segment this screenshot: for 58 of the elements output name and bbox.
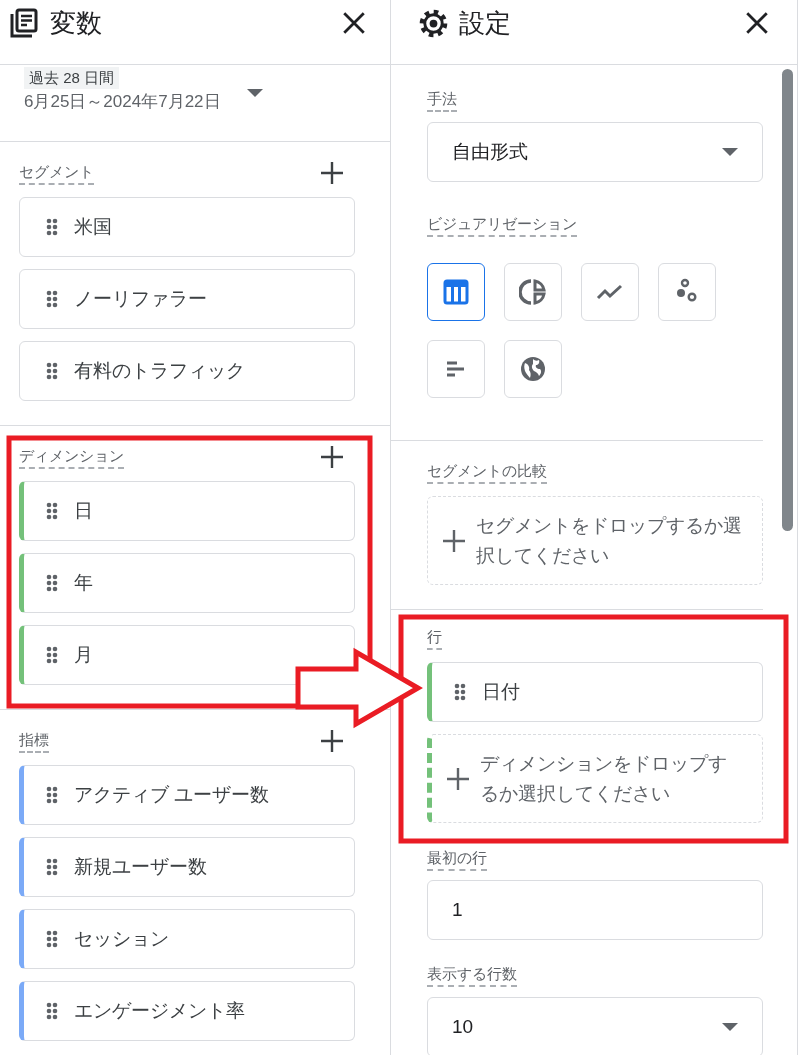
segment-chip[interactable]: 米国 xyxy=(19,197,355,257)
dropdown-caret-icon xyxy=(722,148,738,156)
date-preset-label: 過去 28 日間 xyxy=(24,67,120,89)
field-label: セグメントの比較 xyxy=(427,460,547,484)
field-label: ビジュアリゼーション xyxy=(427,213,577,237)
scrollbar[interactable] xyxy=(782,69,793,531)
field-label: 最初の行 xyxy=(427,847,487,871)
settings-icon xyxy=(418,8,449,39)
panel-title: 設定 xyxy=(459,7,511,40)
metric-chip[interactable]: アクティブ ユーザー数 xyxy=(19,765,355,825)
close-icon[interactable] xyxy=(341,10,367,36)
drag-handle-icon xyxy=(46,930,58,948)
drag-handle-icon xyxy=(46,786,58,804)
add-icon[interactable] xyxy=(442,528,466,553)
add-icon[interactable] xyxy=(320,729,344,753)
visualization-button[interactable] xyxy=(427,263,485,321)
dimension-drop-zone[interactable]: ディメンションをドロップするか選択してください xyxy=(427,734,763,823)
section-label: ディメンション xyxy=(19,445,124,469)
dimension-chip[interactable]: 日 xyxy=(19,481,355,541)
drag-handle-icon xyxy=(46,502,58,520)
section-label: 指標 xyxy=(19,729,49,753)
field-label: 行 xyxy=(427,626,442,650)
drag-handle-icon xyxy=(46,218,58,236)
drag-handle-icon xyxy=(46,858,58,876)
field-label: 表示する行数 xyxy=(427,963,517,987)
list-pages-icon xyxy=(10,8,38,38)
technique-select[interactable]: 自由形式 xyxy=(427,122,763,182)
dimension-chip[interactable]: 日付 xyxy=(427,662,763,722)
table-icon xyxy=(442,278,470,306)
panel-title: 変数 xyxy=(50,7,102,40)
dropdown-caret-icon xyxy=(722,1023,738,1031)
donut-chart-icon xyxy=(519,278,547,306)
drag-handle-icon xyxy=(46,362,58,380)
metric-chip[interactable]: 新規ユーザー数 xyxy=(19,837,355,897)
segment-drop-zone[interactable]: セグメントをドロップするか選択してください xyxy=(427,496,763,585)
section-label: セグメント xyxy=(19,161,94,185)
globe-icon xyxy=(519,355,547,383)
add-icon[interactable] xyxy=(446,766,470,791)
dimension-chip[interactable]: 月 xyxy=(19,625,355,685)
close-icon[interactable] xyxy=(744,10,770,36)
drag-handle-icon xyxy=(46,290,58,308)
metric-chip[interactable]: セッション xyxy=(19,909,355,969)
rows-shown-select[interactable]: 10 xyxy=(427,997,763,1055)
drag-handle-icon xyxy=(46,646,58,664)
add-icon[interactable] xyxy=(320,161,344,185)
segment-chip[interactable]: 有料のトラフィック xyxy=(19,341,355,401)
add-icon[interactable] xyxy=(320,445,344,469)
first-row-input[interactable]: 1 xyxy=(427,880,763,940)
drag-handle-icon xyxy=(46,574,58,592)
drag-handle-icon xyxy=(454,683,466,701)
date-range-text: 6月25日～2024年7月22日 xyxy=(24,91,221,113)
segment-chip[interactable]: ノーリファラー xyxy=(19,269,355,329)
drag-handle-icon xyxy=(46,1002,58,1020)
dropdown-caret-icon xyxy=(246,89,263,97)
dimension-chip[interactable]: 年 xyxy=(19,553,355,613)
date-dropdown-button[interactable] xyxy=(246,89,263,97)
metric-chip[interactable]: エンゲージメント率 xyxy=(19,981,355,1041)
field-label: 手法 xyxy=(427,88,457,112)
